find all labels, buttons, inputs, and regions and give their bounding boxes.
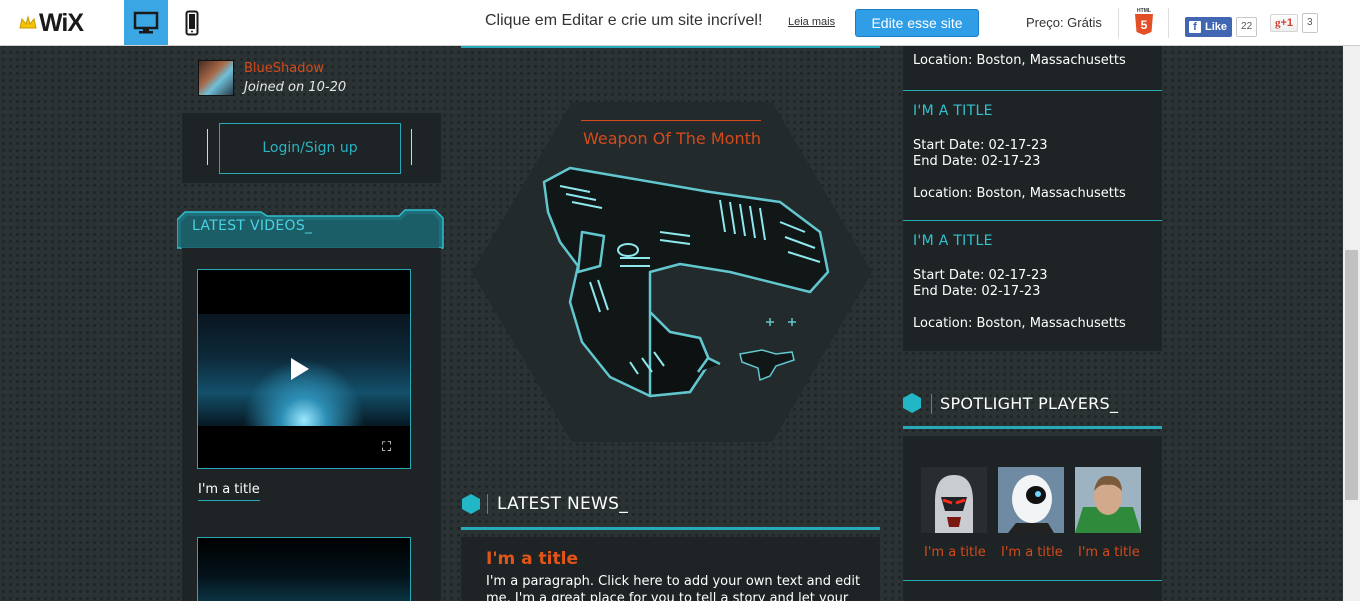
facebook-like-button[interactable]: f Like [1185, 17, 1233, 37]
player-name[interactable]: I'm a title [1078, 545, 1140, 560]
desktop-monitor-icon [133, 11, 159, 33]
divider [487, 494, 488, 514]
latest-news-hexagon-icon [462, 494, 480, 514]
facebook-like-widget[interactable]: f Like 22 [1185, 17, 1258, 37]
login-signup-button[interactable]: Login/Sign up [219, 123, 401, 174]
wix-logo[interactable]: WiX [18, 8, 84, 37]
facebook-like-label: Like [1205, 21, 1228, 33]
wix-logo-text: WiX [39, 8, 84, 37]
player-name[interactable]: I'm a title [1001, 545, 1063, 560]
event-start-date: Start Date: 02-17-23 [913, 138, 1048, 153]
weapon-title-rule [581, 120, 761, 121]
middle-top-divider [461, 46, 880, 48]
player-avatar[interactable] [1075, 467, 1141, 533]
event-end-date: End Date: 02-17-23 [913, 284, 1041, 299]
event-title[interactable]: I'M A TITLE [913, 103, 993, 119]
scrollbar-thumb[interactable] [1345, 250, 1358, 500]
spotlight-players-title: SPOTLIGHT PLAYERS_ [940, 394, 1119, 413]
player-name[interactable]: I'm a title [924, 545, 986, 560]
event-title[interactable]: I'M A TITLE [913, 233, 993, 249]
news-item-paragraph: I'm a paragraph. Click here to add your … [486, 574, 861, 601]
google-plus-widget[interactable]: g+1 3 [1270, 13, 1318, 33]
latest-videos-title: LATEST VIDEOS_ [192, 218, 313, 234]
event-location: Location: Boston, Massachusetts [913, 186, 1126, 201]
fullscreen-icon[interactable]: ⛶ [382, 440, 398, 456]
event-end-date: End Date: 02-17-23 [913, 154, 1041, 169]
divider [1168, 8, 1169, 38]
price-label: Preço: Grátis [1026, 15, 1102, 30]
svg-text:5: 5 [1141, 18, 1148, 32]
video-title[interactable]: I'm a title [198, 482, 260, 501]
login-deco-right [411, 129, 412, 165]
google-plus-count: 3 [1302, 13, 1318, 33]
video-player[interactable]: ⛶ [197, 269, 411, 469]
video-player-2[interactable] [197, 537, 411, 601]
divider [931, 394, 932, 414]
login-deco-left [207, 129, 208, 165]
spotlight-underline [903, 426, 1162, 429]
login-panel: Login/Sign up [182, 113, 441, 183]
edit-site-button[interactable]: Edite esse site [855, 9, 979, 37]
facebook-like-count: 22 [1236, 17, 1258, 37]
desktop-view-button[interactable] [124, 0, 168, 45]
user-avatar[interactable] [198, 60, 234, 96]
page-scrollbar[interactable] [1343, 46, 1360, 601]
event-location: Location: Boston, Massachusetts [913, 53, 1126, 68]
google-plus-button[interactable]: g+1 [1270, 14, 1299, 32]
latest-news-underline [461, 527, 880, 530]
player-avatar[interactable] [998, 467, 1064, 533]
divider [1118, 8, 1119, 38]
player-avatar[interactable] [921, 467, 987, 533]
wix-crown-icon [19, 15, 37, 29]
event-start-date: Start Date: 02-17-23 [913, 268, 1048, 283]
mobile-phone-icon [185, 10, 199, 35]
facebook-icon: f [1189, 21, 1201, 33]
weapon-of-month-title: Weapon Of The Month [582, 129, 761, 148]
event-divider [903, 220, 1162, 221]
event-divider [903, 90, 1162, 91]
promo-text: Clique em Editar e crie um site incrível… [485, 12, 763, 29]
latest-news-title: LATEST NEWS_ [497, 494, 629, 514]
user-name[interactable]: BlueShadow [244, 61, 324, 76]
user-joined-date: Joined on 10-20 [244, 80, 347, 95]
event-location: Location: Boston, Massachusetts [913, 316, 1126, 331]
news-item-title[interactable]: I'm a title [486, 549, 578, 569]
weapon-illustration [542, 166, 830, 398]
read-more-link[interactable]: Leia mais [788, 16, 835, 28]
spotlight-hexagon-icon [903, 393, 921, 413]
wix-top-bar: WiX Clique em Editar e crie um site incr… [0, 0, 1360, 46]
spotlight-bottom-divider [903, 580, 1162, 581]
mobile-view-button[interactable] [172, 0, 212, 45]
play-icon[interactable] [291, 358, 309, 380]
html5-badge-icon: HTML 5 [1135, 8, 1153, 35]
svg-text:HTML: HTML [1137, 8, 1151, 14]
